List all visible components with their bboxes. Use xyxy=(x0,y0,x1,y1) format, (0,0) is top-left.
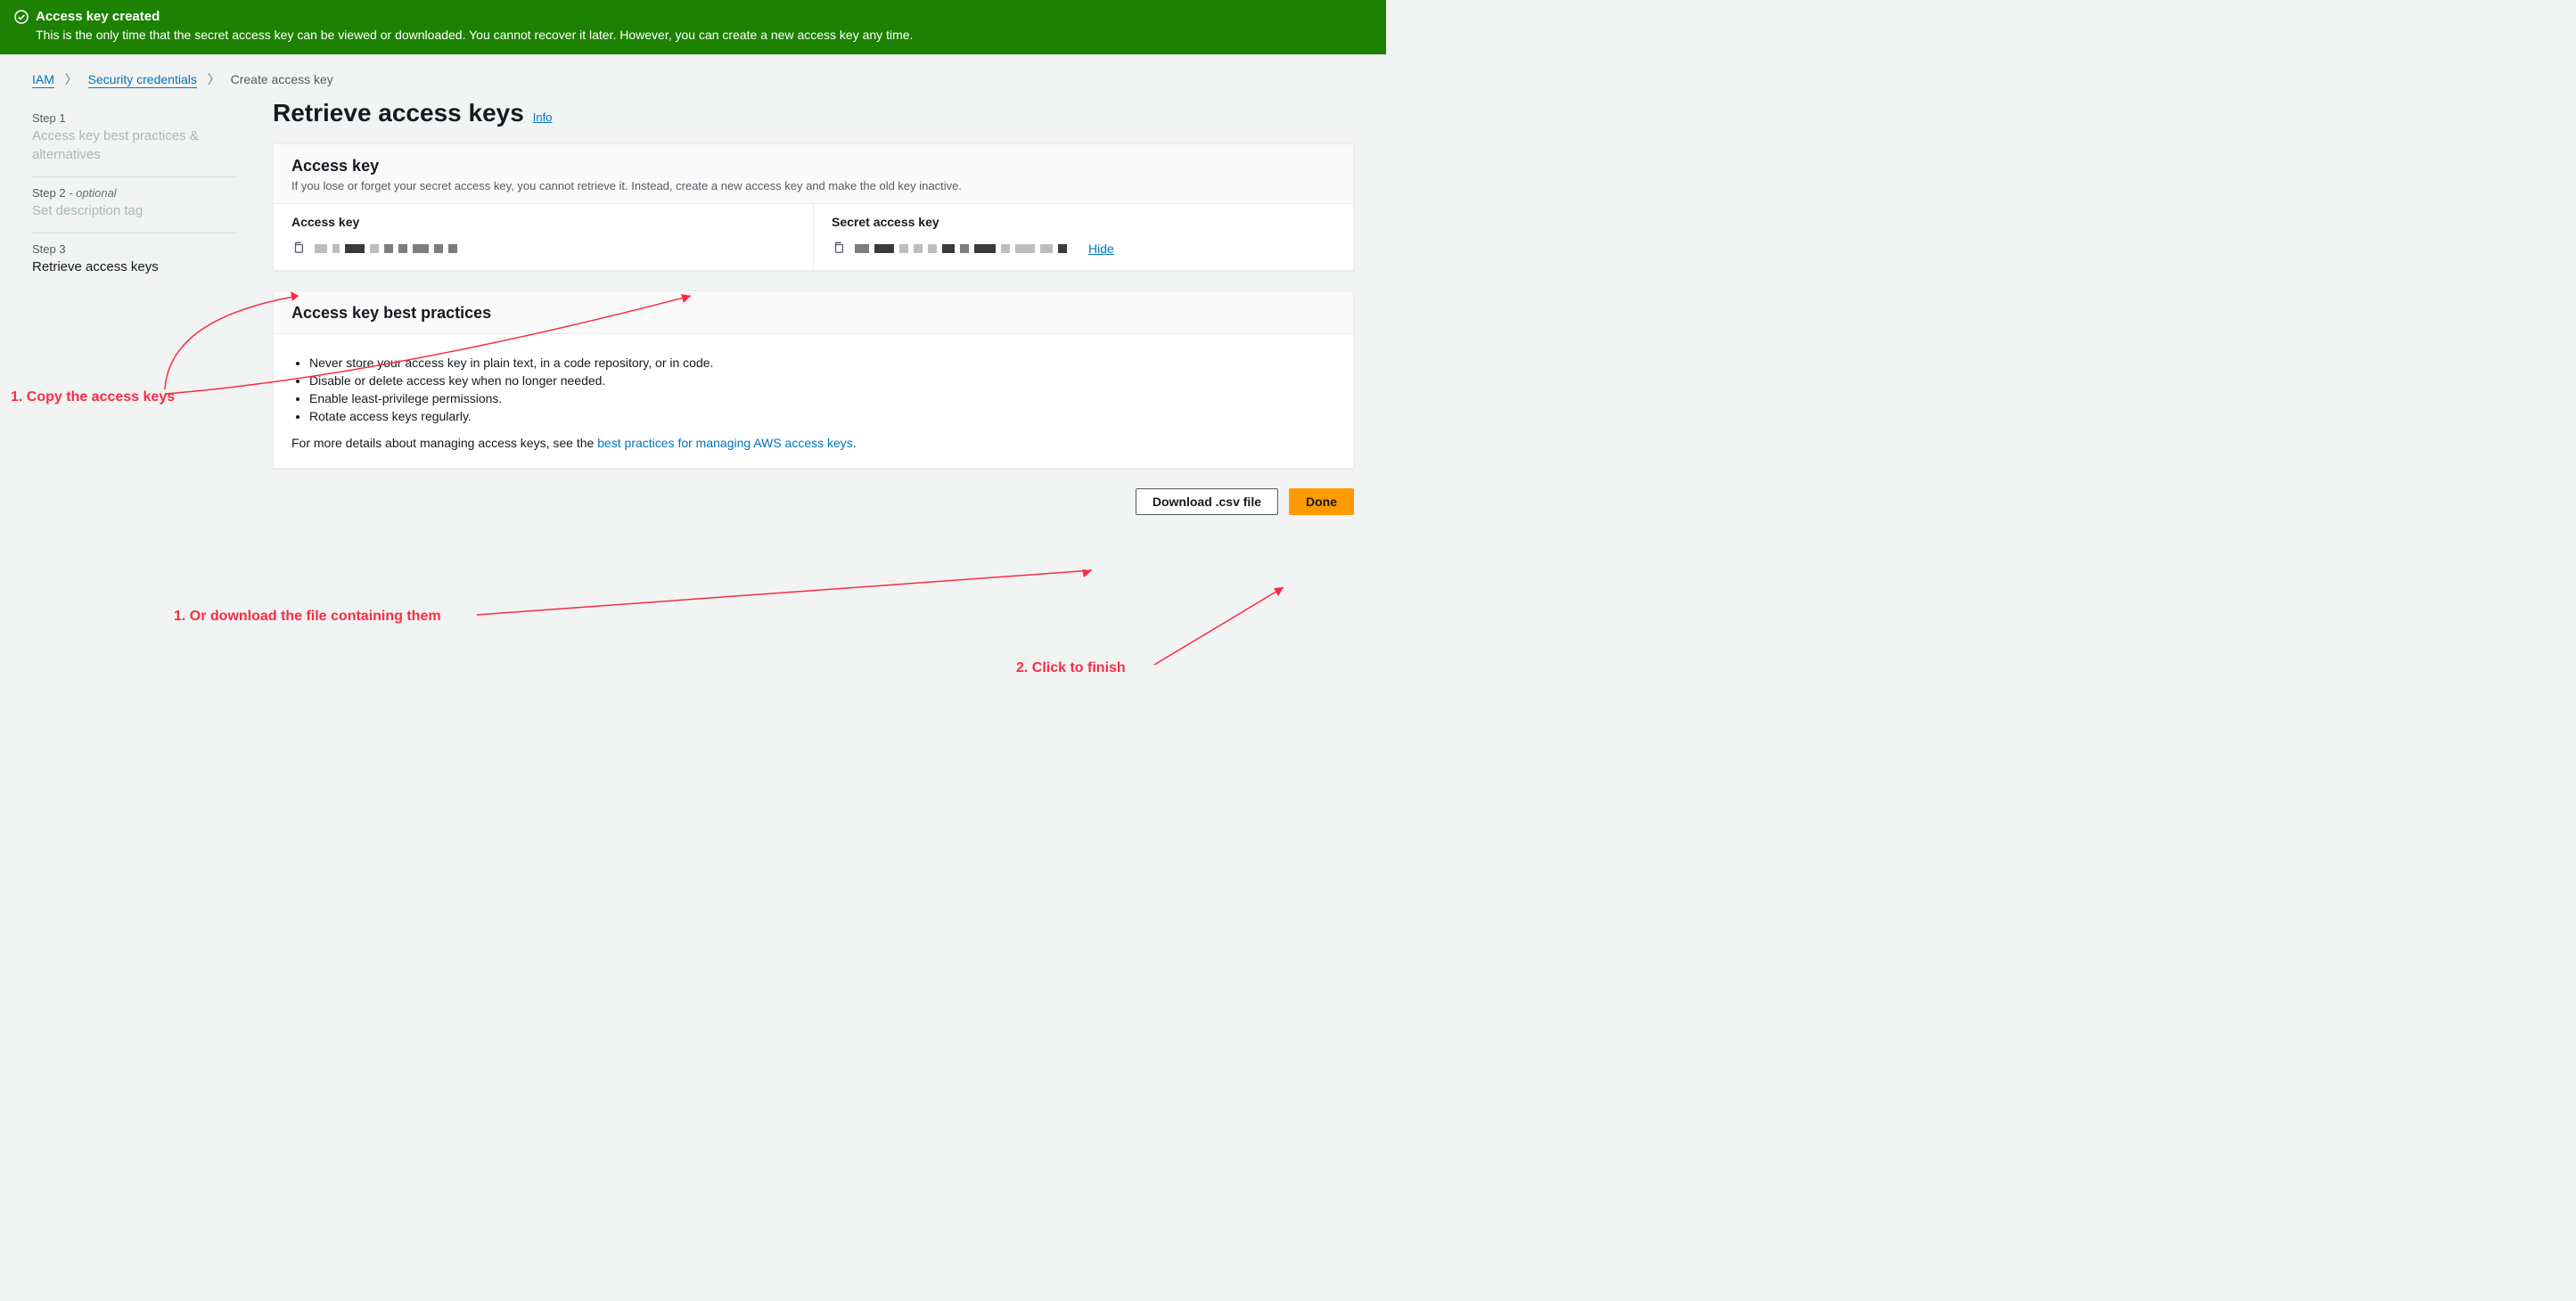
list-item: Disable or delete access key when no lon… xyxy=(309,373,1335,388)
secret-key-value-redacted xyxy=(855,243,1067,254)
wizard-step-2: Step 2 - optional Set description tag xyxy=(32,177,237,233)
button-row: Download .csv file Done xyxy=(273,488,1354,515)
breadcrumb-security-credentials[interactable]: Security credentials xyxy=(88,72,197,88)
breadcrumb-iam[interactable]: IAM xyxy=(32,72,54,88)
download-csv-button[interactable]: Download .csv file xyxy=(1136,488,1278,515)
best-practices-link[interactable]: best practices for managing AWS access k… xyxy=(597,436,853,450)
list-item: Rotate access keys regularly. xyxy=(309,409,1335,423)
panel-subtext: If you lose or forget your secret access… xyxy=(291,179,1335,192)
main-content: Retrieve access keys Info Access key If … xyxy=(273,99,1354,515)
wizard-step-label: Step 1 xyxy=(32,111,237,125)
arrow-to-download-button xyxy=(477,563,1101,621)
panel-heading: Access key best practices xyxy=(291,304,1335,323)
best-practices-panel: Access key best practices Never store yo… xyxy=(273,290,1354,469)
panel-heading: Access key xyxy=(291,157,1335,176)
done-button[interactable]: Done xyxy=(1289,488,1354,515)
copy-icon xyxy=(833,241,845,254)
access-key-panel: Access key If you lose or forget your se… xyxy=(273,143,1354,271)
secret-key-column: Secret access key xyxy=(813,204,1353,270)
wizard-step-3: Step 3 Retrieve access keys xyxy=(32,233,237,289)
success-banner: Access key created This is the only time… xyxy=(0,0,1386,54)
access-key-value-redacted xyxy=(315,243,457,254)
hide-secret-link[interactable]: Hide xyxy=(1088,241,1114,256)
wizard-step-title: Set description tag xyxy=(32,201,237,220)
list-item: Never store your access key in plain tex… xyxy=(309,356,1335,370)
breadcrumb: IAM 〉 Security credentials 〉 Create acce… xyxy=(0,54,1386,95)
best-practices-footer: For more details about managing access k… xyxy=(291,436,1335,450)
copy-icon xyxy=(292,241,305,254)
success-check-icon xyxy=(14,10,29,24)
chevron-right-icon: 〉 xyxy=(65,72,78,86)
annotation-finish: 2. Click to finish xyxy=(1016,660,1126,676)
annotation-download: 1. Or download the file containing them xyxy=(174,609,441,625)
best-practices-list: Never store your access key in plain tex… xyxy=(291,356,1335,423)
arrow-to-done-button xyxy=(1150,580,1292,669)
copy-access-key-button[interactable] xyxy=(291,241,306,256)
wizard-step-title: Access key best practices & alternatives xyxy=(32,127,237,164)
wizard-step-label: Step 3 xyxy=(32,242,237,256)
banner-message: This is the only time that the secret ac… xyxy=(36,28,1372,42)
list-item: Enable least-privilege permissions. xyxy=(309,391,1335,405)
column-label: Access key xyxy=(291,215,795,229)
breadcrumb-current: Create access key xyxy=(231,72,333,86)
access-key-column: Access key xyxy=(274,204,813,270)
page-title: Retrieve access keys Info xyxy=(273,99,1354,127)
banner-title: Access key created xyxy=(36,9,160,24)
wizard-step-title: Retrieve access keys xyxy=(32,258,237,276)
chevron-right-icon: 〉 xyxy=(208,72,220,86)
wizard-step-label: Step 2 - optional xyxy=(32,186,237,200)
copy-secret-key-button[interactable] xyxy=(832,241,846,256)
column-label: Secret access key xyxy=(832,215,1335,229)
wizard-step-1: Step 1 Access key best practices & alter… xyxy=(32,102,237,177)
wizard-nav: Step 1 Access key best practices & alter… xyxy=(32,99,237,515)
info-link[interactable]: Info xyxy=(533,110,553,124)
